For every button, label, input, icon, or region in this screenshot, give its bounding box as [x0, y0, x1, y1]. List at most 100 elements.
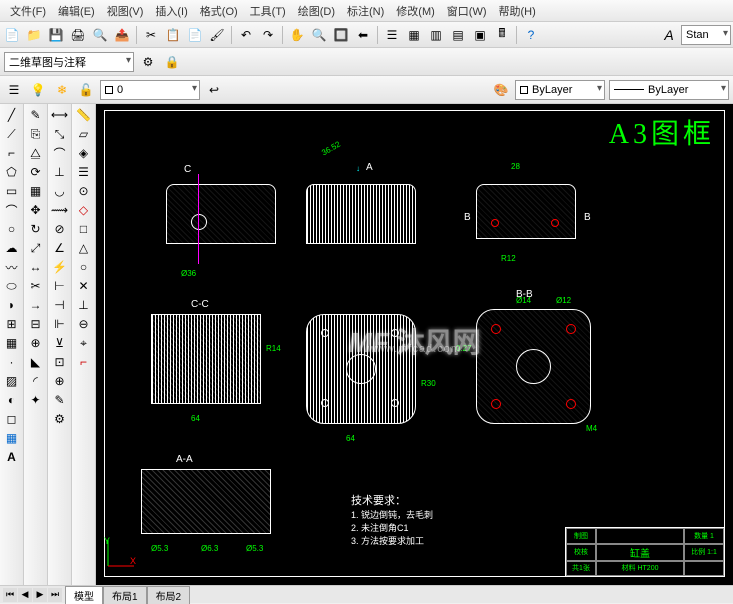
layer-prev-icon[interactable]: ↩ — [204, 80, 224, 100]
linetype-combo[interactable]: ByLayer — [609, 80, 729, 100]
chamfer-icon[interactable]: ◣ — [26, 353, 46, 371]
copy-obj-icon[interactable]: ⎘ — [26, 125, 46, 143]
move-icon[interactable]: ✥ — [26, 201, 46, 219]
workspace-combo[interactable]: 二维草图与注释 — [4, 52, 134, 72]
match-icon[interactable]: 🖌 — [207, 25, 227, 45]
stretch-icon[interactable]: ↔ — [26, 258, 46, 276]
menu-dimension[interactable]: 标注(N) — [341, 1, 390, 21]
layer-freeze-icon[interactable]: ❄ — [52, 80, 72, 100]
pan-icon[interactable]: ✋ — [287, 25, 307, 45]
dim-diameter-icon[interactable]: ⊘ — [50, 220, 70, 238]
distance-icon[interactable]: 📏 — [74, 106, 94, 124]
paste-icon[interactable]: 📄 — [185, 25, 205, 45]
zoom-prev-icon[interactable]: ⬅ — [353, 25, 373, 45]
region-mass-icon[interactable]: ◈ — [74, 144, 94, 162]
dim-radius-icon[interactable]: ◡ — [50, 182, 70, 200]
tolerance-icon[interactable]: ⊡ — [50, 353, 70, 371]
spline-icon[interactable]: 〰 — [2, 258, 22, 276]
workspace-settings-icon[interactable]: ⚙ — [138, 52, 158, 72]
dim-style-icon[interactable]: ⚙ — [50, 410, 70, 428]
annotation-icon[interactable]: A — [659, 25, 679, 45]
open-icon[interactable]: 📁 — [24, 25, 44, 45]
preview-icon[interactable]: 🔍 — [90, 25, 110, 45]
menu-view[interactable]: 视图(V) — [101, 1, 150, 21]
fillet-icon[interactable]: ◜ — [26, 372, 46, 390]
dim-continue-icon[interactable]: ⊣ — [50, 296, 70, 314]
properties-icon[interactable]: ☰ — [382, 25, 402, 45]
dim-aligned-icon[interactable]: ⤡ — [50, 125, 70, 143]
revcloud-icon[interactable]: ☁ — [2, 239, 22, 257]
join-icon[interactable]: ⊕ — [26, 334, 46, 352]
color-combo[interactable]: ByLayer — [515, 80, 605, 100]
rectangle-icon[interactable]: ▭ — [2, 182, 22, 200]
save-icon[interactable]: 💾 — [46, 25, 66, 45]
redo-icon[interactable]: ↷ — [258, 25, 278, 45]
rotate-icon[interactable]: ↻ — [26, 220, 46, 238]
print-icon[interactable]: 🖨 — [68, 25, 88, 45]
polygon-icon[interactable]: ⬠ — [2, 163, 22, 181]
tab-next-icon[interactable]: ▶ — [33, 588, 47, 602]
dim-linear-icon[interactable]: ⟷ — [50, 106, 70, 124]
center-mark-icon[interactable]: ⊕ — [50, 372, 70, 390]
menu-help[interactable]: 帮助(H) — [493, 1, 542, 21]
osnap-int-icon[interactable]: ✕ — [74, 277, 94, 295]
dim-jogged-icon[interactable]: ⟿ — [50, 201, 70, 219]
quickcalc-icon[interactable]: 🖩 — [492, 25, 512, 45]
table-icon[interactable]: ▦ — [2, 429, 22, 447]
list-icon[interactable]: ☰ — [74, 163, 94, 181]
trim-icon[interactable]: ✂ — [26, 277, 46, 295]
ucs-icon[interactable]: ⌐ — [74, 353, 94, 371]
scale-icon[interactable]: ⤢ — [26, 239, 46, 257]
osnap-cen-icon[interactable]: ○ — [74, 258, 94, 276]
explode-icon[interactable]: ✦ — [26, 391, 46, 409]
erase-icon[interactable]: ✎ — [26, 106, 46, 124]
osnap-end-icon[interactable]: □ — [74, 220, 94, 238]
region-icon[interactable]: ◻ — [2, 410, 22, 428]
menu-insert[interactable]: 插入(I) — [149, 1, 193, 21]
area-icon[interactable]: ▱ — [74, 125, 94, 143]
dim-arc-icon[interactable]: ⌒ — [50, 144, 70, 162]
id-point-icon[interactable]: ⊙ — [74, 182, 94, 200]
publish-icon[interactable]: 📤 — [112, 25, 132, 45]
markup-icon[interactable]: ▣ — [470, 25, 490, 45]
gradient-icon[interactable]: ◐ — [2, 391, 22, 409]
osnap-near-icon[interactable]: ⌖ — [74, 334, 94, 352]
menu-modify[interactable]: 修改(M) — [390, 1, 441, 21]
drawing-canvas[interactable]: A3图框 C Ø36 A ↓ 36.52 B B 28 R12 C-C 64 R — [96, 104, 733, 585]
layer-states-icon[interactable]: 💡 — [28, 80, 48, 100]
cut-icon[interactable]: ✂ — [141, 25, 161, 45]
tab-layout2[interactable]: 布局2 — [147, 586, 191, 604]
copy-icon[interactable]: 📋 — [163, 25, 183, 45]
osnap-perp-icon[interactable]: ⊥ — [74, 296, 94, 314]
osnap-tan-icon[interactable]: ⊖ — [74, 315, 94, 333]
menu-file[interactable]: 文件(F) — [4, 1, 52, 21]
offset-icon[interactable]: ⟳ — [26, 163, 46, 181]
mirror-icon[interactable]: ⧋ — [26, 144, 46, 162]
workspace-lock-icon[interactable]: 🔒 — [162, 52, 182, 72]
circle-icon[interactable]: ○ — [2, 220, 22, 238]
help-icon[interactable]: ? — [521, 25, 541, 45]
hatch-icon[interactable]: ▨ — [2, 372, 22, 390]
xline-icon[interactable]: ⟋ — [2, 125, 22, 143]
layer-manager-icon[interactable]: ☰ — [4, 80, 24, 100]
insert-block-icon[interactable]: ⊞ — [2, 315, 22, 333]
dim-quick-icon[interactable]: ⚡ — [50, 258, 70, 276]
text-icon[interactable]: A — [2, 448, 22, 466]
line-icon[interactable]: ╱ — [2, 106, 22, 124]
menu-edit[interactable]: 编辑(E) — [52, 1, 101, 21]
osnap-mid-icon[interactable]: △ — [74, 239, 94, 257]
menu-tools[interactable]: 工具(T) — [244, 1, 292, 21]
dim-angular-icon[interactable]: ∠ — [50, 239, 70, 257]
array-icon[interactable]: ▦ — [26, 182, 46, 200]
make-block-icon[interactable]: ▦ — [2, 334, 22, 352]
undo-icon[interactable]: ↶ — [236, 25, 256, 45]
extend-icon[interactable]: → — [26, 296, 46, 314]
ellipse-arc-icon[interactable]: ◗ — [2, 296, 22, 314]
text-style-combo[interactable]: Stan — [681, 25, 731, 45]
dim-edit-icon[interactable]: ✎ — [50, 391, 70, 409]
new-icon[interactable]: 📄 — [2, 25, 22, 45]
sheet-set-icon[interactable]: ▤ — [448, 25, 468, 45]
menu-format[interactable]: 格式(O) — [194, 1, 244, 21]
osnap-icon[interactable]: ◇ — [74, 201, 94, 219]
polyline-icon[interactable]: ⌐ — [2, 144, 22, 162]
